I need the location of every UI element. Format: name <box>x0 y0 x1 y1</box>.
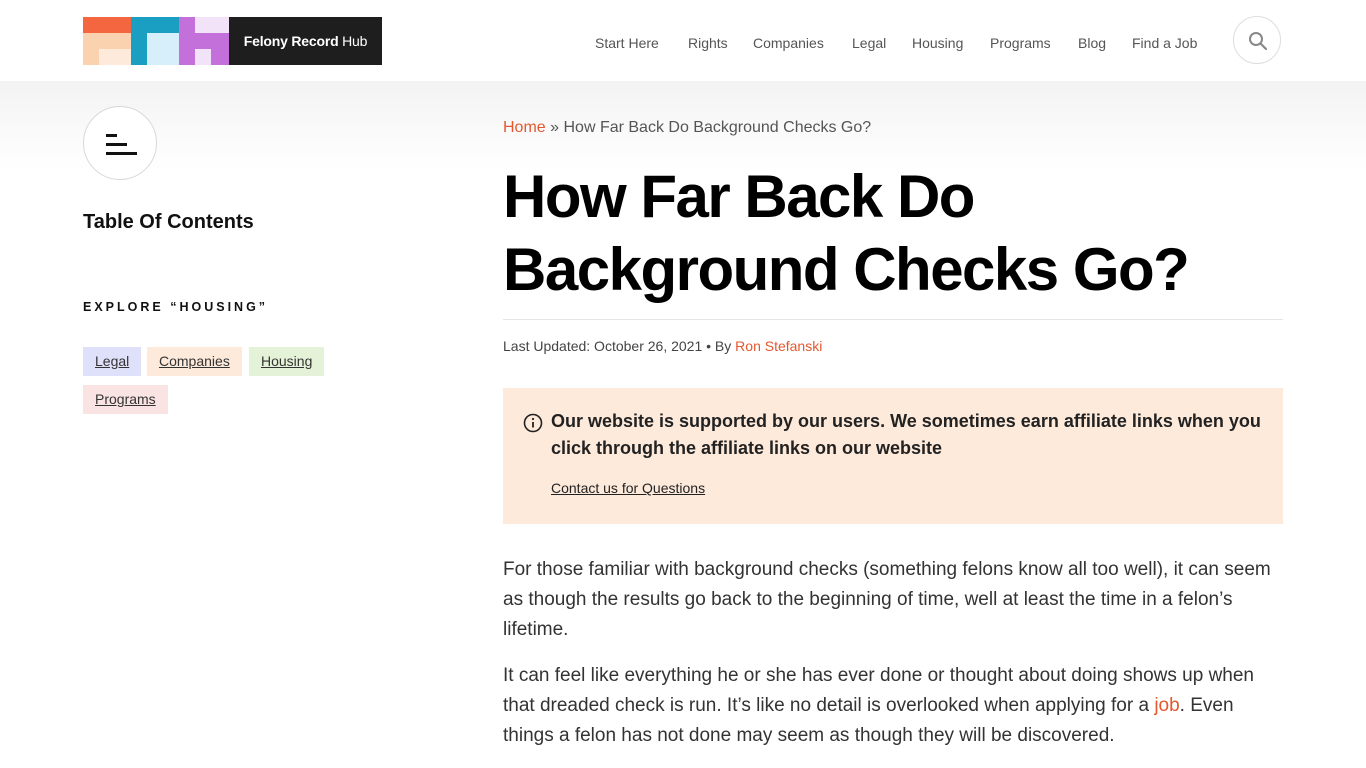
page-title: How Far Back Do Background Checks Go? <box>503 163 1190 303</box>
site-logo[interactable]: Felony Record Hub <box>83 17 382 65</box>
nav-find-a-job[interactable]: Find a Job <box>1132 34 1197 52</box>
menu-icon <box>106 134 117 137</box>
paragraph-2: It can feel like everything he or she ha… <box>503 665 1254 746</box>
search-icon <box>1249 32 1268 51</box>
paragraph-1: For those familiar with background check… <box>503 559 1271 640</box>
breadcrumb: Home » How Far Back Do Background Checks… <box>503 119 872 136</box>
logo-wordmark: Felony Record Hub <box>229 17 382 65</box>
last-updated: Last Updated: October 26, 2021 <box>503 338 703 354</box>
affiliate-notice: Our website is supported by our users. W… <box>503 388 1283 524</box>
nav-programs[interactable]: Programs <box>990 34 1051 52</box>
toc-title: Table Of Contents <box>83 211 254 233</box>
tag-programs[interactable]: Programs <box>83 385 168 414</box>
job-link[interactable]: job <box>1154 695 1179 716</box>
breadcrumb-home[interactable]: Home <box>503 119 546 136</box>
nav-legal[interactable]: Legal <box>852 34 886 52</box>
tag-companies[interactable]: Companies <box>147 347 242 376</box>
logo-mark <box>83 17 229 65</box>
tag-housing[interactable]: Housing <box>249 347 325 376</box>
search-button[interactable] <box>1233 16 1281 64</box>
author-link[interactable]: Ron Stefanski <box>735 338 822 354</box>
breadcrumb-current: How Far Back Do Background Checks Go? <box>563 119 872 136</box>
nav-blog[interactable]: Blog <box>1078 34 1106 52</box>
toc-toggle-button[interactable] <box>83 106 157 180</box>
title-divider <box>503 319 1283 320</box>
nav-start-here[interactable]: Start Here <box>595 34 659 52</box>
info-icon <box>523 413 543 433</box>
site-header: Felony Record Hub Start Here Rights Comp… <box>0 0 1366 81</box>
nav-companies[interactable]: Companies <box>753 34 824 52</box>
tag-legal[interactable]: Legal <box>83 347 142 376</box>
contact-link[interactable]: Contact us for Questions <box>551 480 705 496</box>
nav-rights[interactable]: Rights <box>688 34 728 52</box>
explore-heading: EXPLORE “HOUSING” <box>83 300 269 314</box>
notice-message: Our website is supported by our users. W… <box>551 411 1261 458</box>
nav-housing[interactable]: Housing <box>912 34 963 52</box>
post-meta: Last Updated: October 26, 2021 • By Ron … <box>503 338 823 354</box>
